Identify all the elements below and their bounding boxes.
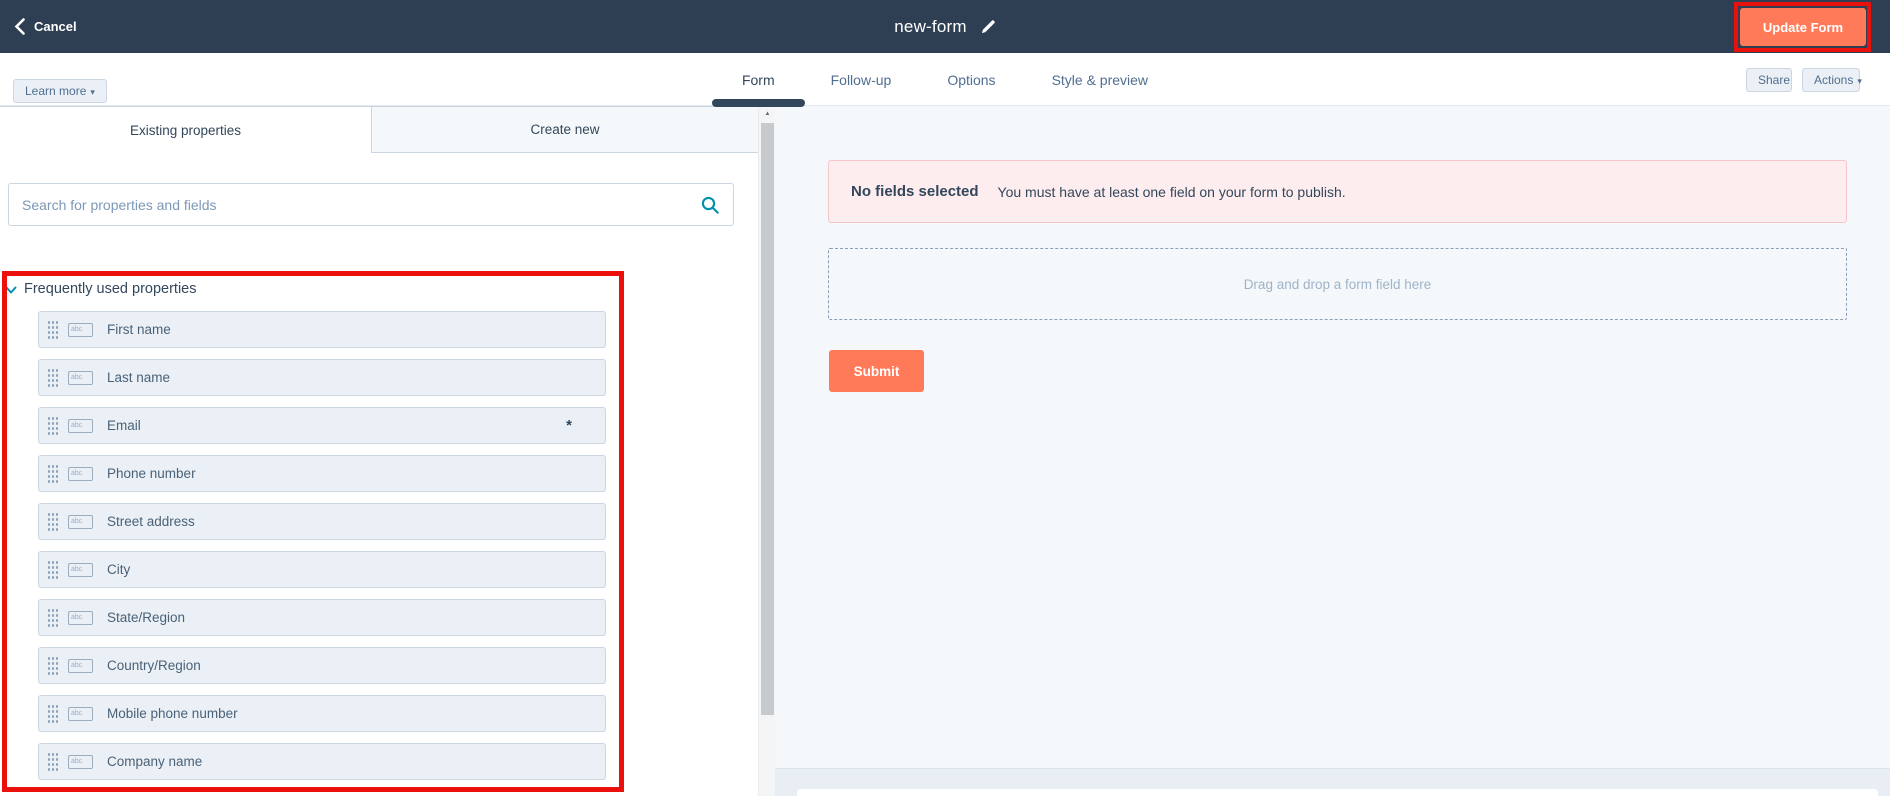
- tab-follow-up[interactable]: Follow-up: [831, 72, 892, 88]
- property-search: [8, 183, 734, 226]
- scrollbar-thumb[interactable]: [761, 123, 774, 715]
- property-label: Email: [107, 418, 141, 433]
- builder-tabs: Form Follow-up Options Style & preview: [0, 53, 1890, 106]
- drag-handle-icon[interactable]: [47, 559, 58, 580]
- tab-style-preview[interactable]: Style & preview: [1052, 72, 1148, 88]
- chevron-down-icon[interactable]: [5, 284, 17, 296]
- text-field-glyph: abc: [71, 422, 82, 429]
- tab-options[interactable]: Options: [947, 72, 995, 88]
- form-title-area: new-form: [0, 0, 1890, 53]
- actions-label: Actions: [1814, 73, 1853, 87]
- drag-handle-icon[interactable]: [47, 655, 58, 676]
- text-field-icon: abc: [68, 515, 93, 529]
- text-field-icon: abc: [68, 755, 93, 769]
- text-field-icon: abc: [68, 323, 93, 337]
- canvas-bottom-section: [775, 768, 1890, 796]
- text-field-icon: abc: [68, 419, 93, 433]
- text-field-glyph: abc: [71, 710, 82, 717]
- alert-message: You must have at least one field on your…: [998, 184, 1346, 200]
- tab-create-new[interactable]: Create new: [371, 106, 758, 153]
- text-field-icon: abc: [68, 467, 93, 481]
- property-card-country-region[interactable]: abc Country/Region: [38, 647, 606, 684]
- property-card-state-region[interactable]: abc State/Region: [38, 599, 606, 636]
- drag-handle-icon[interactable]: [47, 415, 58, 436]
- tab-existing-properties[interactable]: Existing properties: [0, 106, 371, 153]
- text-field-glyph: abc: [71, 518, 82, 525]
- property-card-first-name[interactable]: abc First name: [38, 311, 606, 348]
- property-label: Country/Region: [107, 658, 201, 673]
- property-card-email[interactable]: abc Email *: [38, 407, 606, 444]
- required-asterisk: *: [566, 417, 572, 434]
- form-field-dropzone[interactable]: Drag and drop a form field here: [828, 248, 1847, 320]
- drag-handle-icon[interactable]: [47, 607, 58, 628]
- property-label: Street address: [107, 514, 195, 529]
- property-label: Last name: [107, 370, 170, 385]
- text-field-glyph: abc: [71, 662, 82, 669]
- property-card-phone-number[interactable]: abc Phone number: [38, 455, 606, 492]
- property-label: Phone number: [107, 466, 196, 481]
- search-input[interactable]: [9, 184, 733, 225]
- text-field-glyph: abc: [71, 566, 82, 573]
- text-field-glyph: abc: [71, 470, 82, 477]
- section-title: Frequently used properties: [24, 281, 197, 297]
- text-field-icon: abc: [68, 659, 93, 673]
- text-field-glyph: abc: [71, 758, 82, 765]
- property-label: State/Region: [107, 610, 185, 625]
- text-field-glyph: abc: [71, 614, 82, 621]
- property-card-last-name[interactable]: abc Last name: [38, 359, 606, 396]
- edit-pencil-icon[interactable]: [981, 19, 996, 34]
- actions-button[interactable]: Actions ▾: [1802, 68, 1860, 92]
- text-field-glyph: abc: [71, 326, 82, 333]
- dropzone-label: Drag and drop a form field here: [1244, 277, 1432, 292]
- scrollbar-up-arrow-icon[interactable]: ▲: [759, 106, 776, 122]
- property-card-mobile-phone-number[interactable]: abc Mobile phone number: [38, 695, 606, 732]
- panel-scrollbar[interactable]: ▲: [758, 106, 775, 796]
- form-canvas: No fields selected You must have at leas…: [775, 106, 1890, 796]
- share-button[interactable]: Share: [1746, 68, 1792, 92]
- drag-handle-icon[interactable]: [47, 511, 58, 532]
- text-field-icon: abc: [68, 371, 93, 385]
- text-field-icon: abc: [68, 611, 93, 625]
- no-fields-alert: No fields selected You must have at leas…: [828, 160, 1847, 223]
- text-field-glyph: abc: [71, 374, 82, 381]
- update-form-button[interactable]: Update Form: [1740, 8, 1866, 46]
- search-icon[interactable]: [701, 196, 719, 214]
- property-card-city[interactable]: abc City: [38, 551, 606, 588]
- property-label: Company name: [107, 754, 202, 769]
- text-field-icon: abc: [68, 563, 93, 577]
- text-field-icon: abc: [68, 707, 93, 721]
- drag-handle-icon[interactable]: [47, 367, 58, 388]
- drag-handle-icon[interactable]: [47, 319, 58, 340]
- drag-handle-icon[interactable]: [47, 703, 58, 724]
- submit-button-preview[interactable]: Submit: [829, 350, 924, 392]
- drag-handle-icon[interactable]: [47, 463, 58, 484]
- top-navbar: Cancel new-form Update Form: [0, 0, 1890, 53]
- tab-form[interactable]: Form: [742, 72, 775, 88]
- caret-down-icon: ▾: [1857, 76, 1862, 86]
- drag-handle-icon[interactable]: [47, 751, 58, 772]
- property-card-company-name[interactable]: abc Company name: [38, 743, 606, 780]
- property-label: City: [107, 562, 130, 577]
- frequently-used-section-header[interactable]: Frequently used properties: [5, 281, 197, 297]
- property-label: First name: [107, 322, 171, 337]
- property-card-street-address[interactable]: abc Street address: [38, 503, 606, 540]
- form-title: new-form: [894, 17, 966, 37]
- alert-title: No fields selected: [851, 183, 979, 200]
- property-label: Mobile phone number: [107, 706, 238, 721]
- secondary-toolbar: Learn more▾ Form Follow-up Options Style…: [0, 53, 1890, 106]
- properties-panel: Existing properties Create new Frequentl…: [0, 106, 758, 796]
